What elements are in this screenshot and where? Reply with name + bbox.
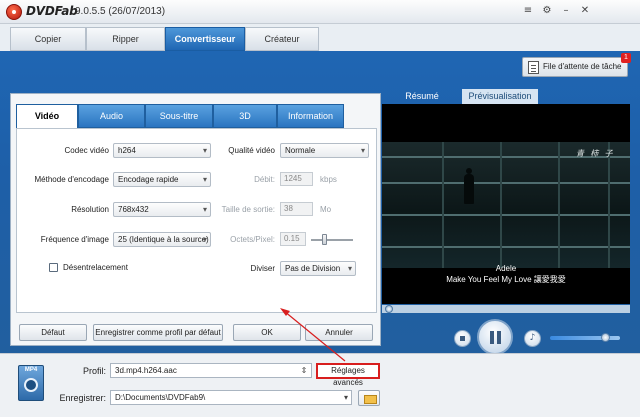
encode-method-label: Méthode d'encodage xyxy=(34,175,109,184)
output-size-unit: Mo xyxy=(320,205,332,214)
bitrate-unit: kbps xyxy=(320,175,337,184)
codec-label: Codec vidéo xyxy=(64,146,109,155)
bytes-per-pixel-input[interactable]: 0.15 xyxy=(280,232,306,246)
tab-3d[interactable]: 3D xyxy=(213,104,277,128)
tab-copier[interactable]: Copier xyxy=(10,27,86,51)
cancel-button[interactable]: Annuler xyxy=(305,324,373,341)
deinterlace-checkbox[interactable] xyxy=(49,263,58,272)
profile-label: Profil: xyxy=(82,366,106,376)
mp4-format-icon: MP4 xyxy=(18,365,44,401)
minimize-icon[interactable]: – xyxy=(560,5,572,17)
tab-createur[interactable]: Créateur xyxy=(245,27,319,51)
bpp-slider-track[interactable] xyxy=(311,239,353,241)
main-tabs: Copier Ripper Convertisseur Créateur xyxy=(10,27,630,51)
output-size-input[interactable]: 38 xyxy=(280,202,313,216)
stop-button[interactable] xyxy=(454,330,471,347)
save-location-label: Enregistrer: xyxy=(59,393,106,403)
tab-convertisseur[interactable]: Convertisseur xyxy=(165,27,245,51)
close-icon[interactable]: ✕ xyxy=(579,5,591,17)
tab-video[interactable]: Vidéo xyxy=(16,104,78,129)
codec-select[interactable]: h264 xyxy=(113,143,211,158)
volume-icon[interactable]: ♪ xyxy=(524,330,541,347)
resolution-label: Résolution xyxy=(71,205,109,214)
default-button[interactable]: Défaut xyxy=(19,324,87,341)
bpp-slider-thumb[interactable] xyxy=(322,234,327,245)
tab-information[interactable]: Information xyxy=(277,104,344,128)
pause-button[interactable] xyxy=(477,319,513,355)
profile-field[interactable]: 3d.mp4.h264.aac xyxy=(110,363,312,378)
task-list-icon xyxy=(528,61,539,74)
volume-knob[interactable] xyxy=(601,333,610,342)
path-dropdown-icon[interactable]: ▾ xyxy=(340,392,352,404)
profile-toggle-icon[interactable]: ⇕ xyxy=(298,365,310,377)
subtitle-line-2: Make You Feel My Love 讓愛我愛 xyxy=(446,275,566,284)
settings-tabs: Vidéo Audio Sous-titre 3D Information xyxy=(16,104,346,129)
tab-audio[interactable]: Audio xyxy=(78,104,145,128)
bitrate-label: Débit: xyxy=(254,175,275,184)
save-path-field[interactable]: D:\Documents\DVDFab9\ xyxy=(110,390,352,405)
ok-button[interactable]: OK xyxy=(233,324,301,341)
seek-bar[interactable] xyxy=(382,305,630,313)
subtitle-line-1: Adele xyxy=(495,264,517,273)
tab-subtitle[interactable]: Sous-titre xyxy=(145,104,213,128)
tab-summary[interactable]: Résumé xyxy=(382,89,462,104)
task-queue-button[interactable]: File d'attente de tâche 1 xyxy=(522,53,631,77)
gear-icon[interactable]: ⚙ xyxy=(541,5,553,17)
framerate-label: Fréquence d'image xyxy=(40,235,109,244)
video-title-text: 青 柿 子 xyxy=(576,149,615,158)
divide-label: Diviser xyxy=(250,264,275,273)
app-version: 9.0.5.5 (26/07/2013) xyxy=(75,6,166,17)
tab-preview[interactable]: Prévisualisation xyxy=(462,89,538,104)
resolution-select[interactable]: 768x432 xyxy=(113,202,211,217)
preview-panel: Résumé Prévisualisation 青 柿 子 Adele Make… xyxy=(382,89,630,351)
title-bar: DVDFab 9.0.5.5 (26/07/2013) ≡ ⚙ – ✕ xyxy=(0,0,640,24)
framerate-select[interactable]: 25 (Identique à la source) xyxy=(113,232,211,247)
browse-folder-icon[interactable] xyxy=(358,390,380,406)
bitrate-input[interactable]: 1245 xyxy=(280,172,313,186)
queue-count-badge: 1 xyxy=(621,53,631,63)
video-preview: 青 柿 子 Adele Make You Feel My Love 讓愛我愛 xyxy=(382,104,630,304)
output-bar: MP4 Profil: 3d.mp4.h264.aac ⇕ Réglages a… xyxy=(0,353,640,417)
divide-select[interactable]: Pas de Division xyxy=(280,261,356,276)
video-settings: Codec vidéo h264 Qualité vidéo Normale M… xyxy=(16,128,377,313)
output-size-label: Taille de sortie: xyxy=(221,205,275,214)
save-default-profile-button[interactable]: Enregistrer comme profil par défaut xyxy=(93,324,223,341)
quality-select[interactable]: Normale xyxy=(280,143,369,158)
video-frame xyxy=(382,142,630,268)
main-panel: File d'attente de tâche 1 Vidéo Audio So… xyxy=(0,51,640,355)
encode-method-select[interactable]: Encodage rapide xyxy=(113,172,211,187)
dvdfab-window: DVDFab 9.0.5.5 (26/07/2013) ≡ ⚙ – ✕ Copi… xyxy=(0,0,640,417)
quality-label: Qualité vidéo xyxy=(228,146,275,155)
task-queue-label: File d'attente de tâche xyxy=(543,62,622,71)
advanced-settings-button[interactable]: Réglages avancés xyxy=(316,363,380,387)
menu-icon[interactable]: ≡ xyxy=(522,5,534,17)
app-name: DVDFab xyxy=(26,4,78,18)
deinterlace-label: Désentrelacement xyxy=(63,263,128,272)
settings-panel: Vidéo Audio Sous-titre 3D Information Co… xyxy=(10,93,381,346)
seek-knob[interactable] xyxy=(385,305,393,313)
dvdfab-logo-icon xyxy=(6,4,22,20)
bytes-per-pixel-label: Octets/Pixel: xyxy=(230,235,275,244)
tab-ripper[interactable]: Ripper xyxy=(86,27,165,51)
